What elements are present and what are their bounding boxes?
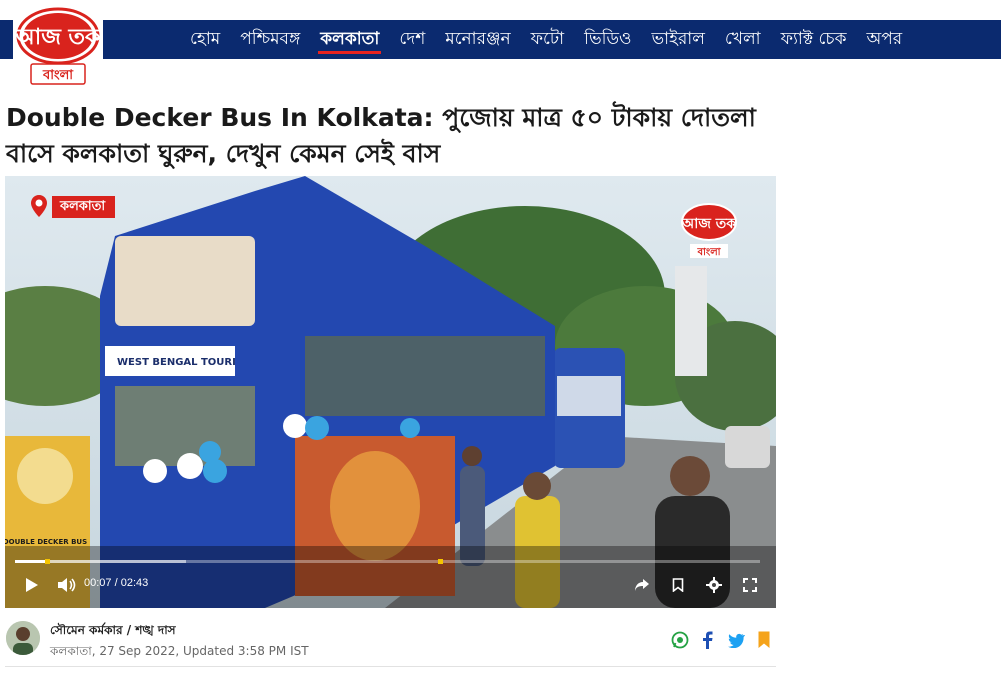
gear-icon xyxy=(706,577,722,593)
nav-menu: হোম পশ্চিমবঙ্গ কলকাতা দেশ মনোরঞ্জন ফটো ভ… xyxy=(180,20,912,59)
time-separator: / xyxy=(114,577,118,589)
article-headline: Double Decker Bus In Kolkata: পুজোয় মাত… xyxy=(6,103,756,168)
top-navbar: হোম পশ্চিমবঙ্গ কলকাতা দেশ মনোরঞ্জন ফটো ভ… xyxy=(0,20,1001,59)
volume-button[interactable] xyxy=(56,574,78,596)
video-chapter-marker[interactable] xyxy=(437,559,443,564)
author-avatar-image xyxy=(6,621,40,655)
bookmark-button[interactable] xyxy=(754,630,774,650)
settings-button[interactable] xyxy=(704,574,724,596)
save-video-button[interactable] xyxy=(668,574,688,596)
nav-item-desh[interactable]: দেশ xyxy=(389,20,435,59)
whatsapp-share-button[interactable] xyxy=(670,630,690,650)
video-progress-fill xyxy=(15,560,48,563)
facebook-share-button[interactable] xyxy=(697,630,717,650)
fullscreen-button[interactable] xyxy=(740,574,760,596)
share-video-button[interactable] xyxy=(632,574,652,596)
duration: 02:43 xyxy=(120,577,149,589)
video-time: 00:07 / 02:43 xyxy=(84,577,148,589)
location-badge: কলকাতা xyxy=(52,196,116,218)
nav-item-kolkata[interactable]: কলকাতা xyxy=(310,20,389,59)
logo-text: আজ তক xyxy=(15,25,103,50)
twitter-share-button[interactable] xyxy=(726,630,746,650)
nav-item-entertainment[interactable]: মনোরঞ্জন xyxy=(435,20,520,59)
nav-item-home[interactable]: হোম xyxy=(180,20,230,59)
nav-item-video[interactable]: ভিডিও xyxy=(574,20,641,59)
whatsapp-icon xyxy=(671,631,689,649)
video-watermark-logo: আজ তক বাংলা xyxy=(681,203,737,258)
video-player[interactable]: DOUBLE DECKER BUS WEST BENGAL TOURI xyxy=(5,176,776,608)
article-meta: কলকাতা, 27 Sep 2022, Updated 3:58 PM IST xyxy=(50,644,309,658)
watermark-subtext: বাংলা xyxy=(696,247,721,258)
share-arrow-icon xyxy=(635,579,649,591)
fullscreen-icon xyxy=(743,578,757,592)
author-avatar[interactable] xyxy=(6,621,40,655)
logo-subtext: বাংলা xyxy=(42,68,74,83)
article-authors[interactable]: সৌমেন কর্মকার / শঙ্খ দাস xyxy=(50,622,176,642)
nav-item-more[interactable]: অপর xyxy=(856,20,912,59)
play-icon xyxy=(26,578,38,592)
twitter-icon xyxy=(728,633,745,648)
bookmark-outline-icon xyxy=(672,578,684,592)
nav-item-viral[interactable]: ভাইরাল xyxy=(642,20,715,59)
video-frame: DOUBLE DECKER BUS WEST BENGAL TOURI xyxy=(5,176,776,608)
bookmark-icon xyxy=(758,631,770,648)
nav-item-west-bengal[interactable]: পশ্চিমবঙ্গ xyxy=(230,20,310,59)
nav-item-sports[interactable]: খেলা xyxy=(715,20,771,59)
nav-item-fact-check[interactable]: ফ্যাক্ট চেক xyxy=(771,20,857,59)
play-button[interactable] xyxy=(22,574,42,596)
video-progress-marker[interactable] xyxy=(45,559,51,564)
facebook-icon xyxy=(703,631,713,649)
volume-icon xyxy=(58,578,76,592)
bus-banner-text: WEST BENGAL TOURI xyxy=(117,357,236,368)
byline-divider xyxy=(5,666,776,667)
current-time: 00:07 xyxy=(84,577,112,589)
watermark-text: আজ তক xyxy=(681,216,737,232)
site-logo[interactable]: আজ তক বাংলা xyxy=(13,6,103,88)
location-pin-icon xyxy=(31,195,47,217)
video-progress-bar[interactable] xyxy=(15,559,760,564)
nav-item-photo[interactable]: ফটো xyxy=(521,20,574,59)
poster-text: DOUBLE DECKER BUS xyxy=(5,538,87,546)
